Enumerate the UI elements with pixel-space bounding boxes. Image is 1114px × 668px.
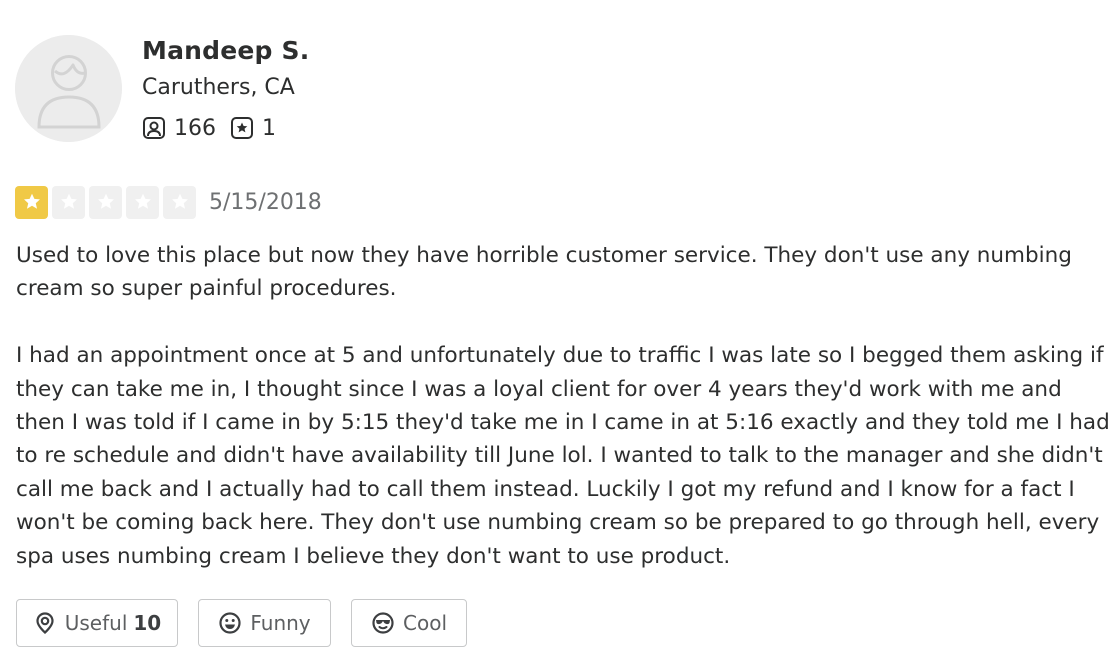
cool-button[interactable]: Cool: [351, 599, 467, 647]
star-icon: [97, 193, 114, 209]
star-icon: [134, 193, 151, 209]
user-stats: 166 1: [142, 114, 276, 142]
review-paragraph: I had an appointment once at 5 and unfor…: [16, 343, 1110, 569]
funny-button[interactable]: Funny: [198, 599, 331, 647]
useful-label: Useful: [64, 611, 128, 635]
reviews-count: 1: [262, 115, 276, 141]
star-icon: [60, 193, 77, 209]
smile-icon: [219, 612, 241, 634]
funny-label: Funny: [250, 611, 311, 635]
star-rating: [15, 185, 200, 219]
user-location: Caruthers, CA: [142, 75, 295, 100]
avatar[interactable]: [15, 35, 122, 142]
star-icon: [171, 193, 188, 209]
useful-count: 10: [133, 611, 162, 635]
reviews-stat: 1: [230, 116, 276, 141]
star-empty: [163, 185, 196, 219]
star-icon: [23, 193, 40, 209]
user-name[interactable]: Mandeep S.: [142, 36, 309, 65]
review-paragraph: Used to love this place but now they hav…: [16, 243, 1072, 302]
friends-stat: 166: [142, 116, 216, 141]
star-empty: [52, 185, 85, 219]
sunglasses-icon: [372, 612, 394, 634]
default-user-avatar-icon: [15, 35, 122, 142]
rating-row: 5/15/2018: [15, 185, 322, 219]
useful-button[interactable]: Useful 10: [16, 599, 178, 647]
star-filled: [15, 185, 48, 219]
friends-icon: [143, 117, 165, 139]
star-empty: [89, 185, 122, 219]
lightbulb-icon: [36, 612, 54, 634]
review-text: Used to love this place but now they hav…: [16, 239, 1112, 573]
star-empty: [126, 185, 159, 219]
cool-label: Cool: [403, 611, 447, 635]
review-date: 5/15/2018: [209, 189, 322, 215]
review-actions: Useful 10 Funny Cool: [16, 599, 487, 647]
review-star-icon: [231, 117, 253, 139]
review-card: Mandeep S. Caruthers, CA 166 1 5/15/2018…: [0, 0, 1114, 668]
friends-count: 166: [174, 115, 216, 141]
